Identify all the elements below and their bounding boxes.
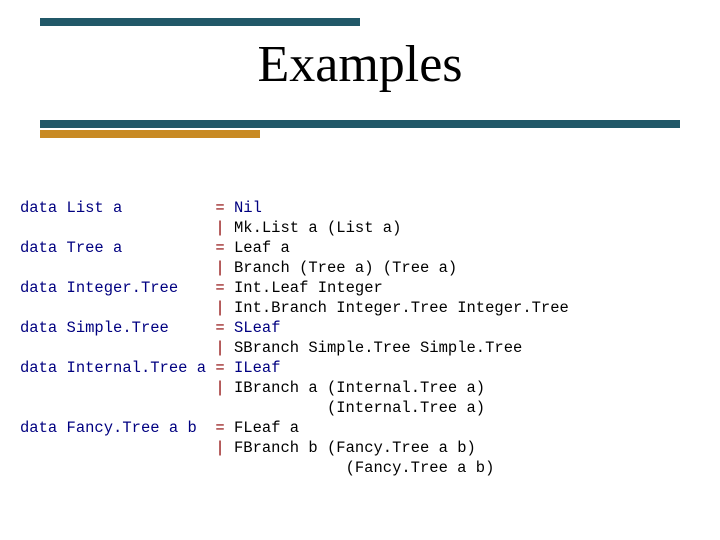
code-line: | Mk.List a (List a) bbox=[20, 219, 401, 237]
code-line: data Tree a = Leaf a bbox=[20, 239, 290, 257]
code-line: data Integer.Tree = Int.Leaf Integer bbox=[20, 279, 383, 297]
top-rule bbox=[40, 18, 360, 26]
code-line: | IBranch a (Internal.Tree a) bbox=[20, 379, 485, 397]
page-title: Examples bbox=[0, 35, 720, 94]
code-line: | SBranch Simple.Tree Simple.Tree bbox=[20, 339, 522, 357]
code-block: data List a = Nil | Mk.List a (List a) d… bbox=[20, 178, 715, 498]
code-line: data Simple.Tree = SLeaf bbox=[20, 319, 281, 337]
code-line: (Internal.Tree a) bbox=[20, 399, 485, 417]
code-line: (Fancy.Tree a b) bbox=[20, 459, 494, 477]
code-line: data List a = Nil bbox=[20, 199, 262, 217]
code-line: | Branch (Tree a) (Tree a) bbox=[20, 259, 457, 277]
code-line: data Fancy.Tree a b = FLeaf a bbox=[20, 419, 299, 437]
title-underline bbox=[40, 120, 680, 138]
code-line: | Int.Branch Integer.Tree Integer.Tree bbox=[20, 299, 569, 317]
code-line: data Internal.Tree a = ILeaf bbox=[20, 359, 281, 377]
code-line: | FBranch b (Fancy.Tree a b) bbox=[20, 439, 476, 457]
